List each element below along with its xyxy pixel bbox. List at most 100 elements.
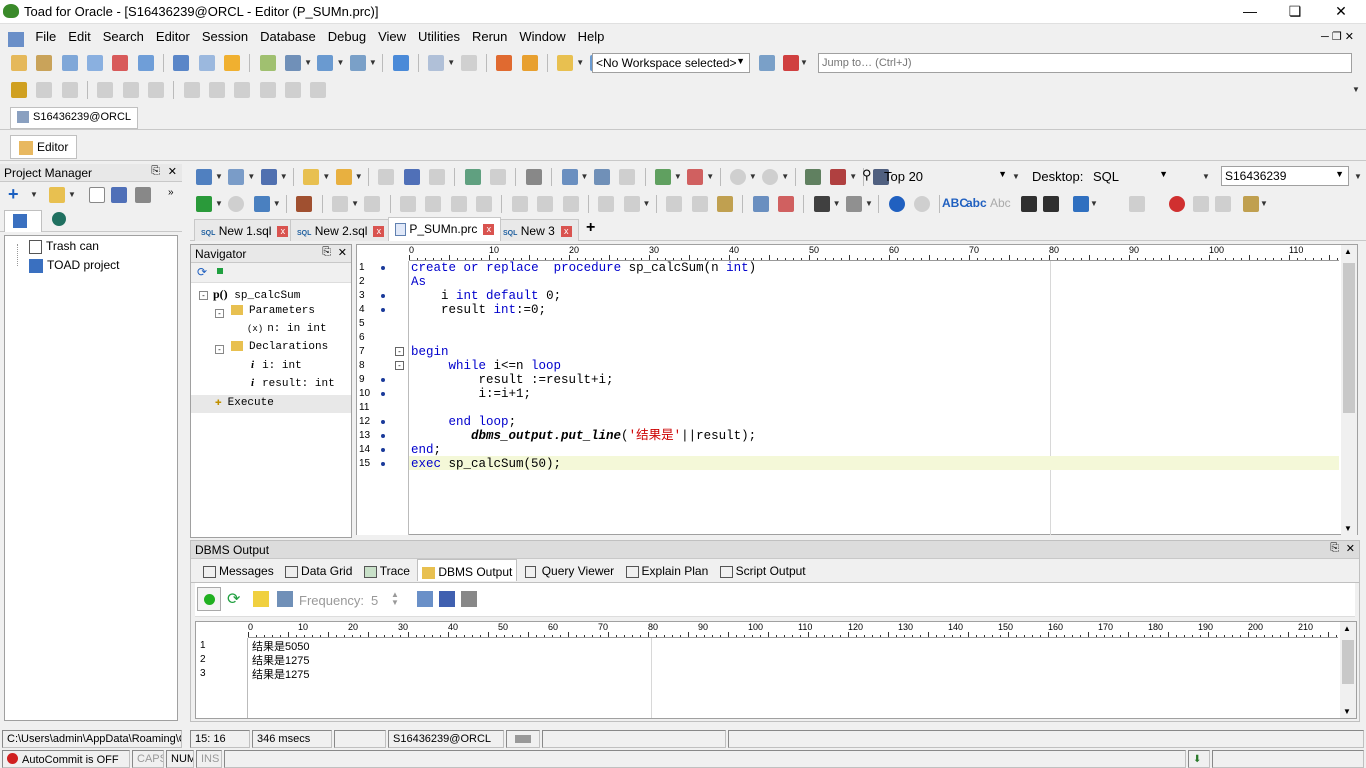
dropdown-arrow-icon[interactable]: ▼: [1202, 169, 1210, 185]
dropdown-arrow-icon[interactable]: ▼: [322, 169, 330, 185]
dropdown-arrow-icon[interactable]: ▼: [1260, 196, 1268, 212]
tab-messages[interactable]: Messages: [199, 559, 278, 581]
dropdown-arrow-icon[interactable]: ▼: [215, 169, 223, 185]
fold-icon[interactable]: -: [395, 361, 404, 370]
close-icon[interactable]: ✕: [168, 165, 177, 178]
minimize-button[interactable]: —: [1239, 2, 1261, 20]
menu-editor[interactable]: Editor: [150, 26, 196, 48]
close-tab-icon[interactable]: x: [560, 226, 572, 238]
sync-icon[interactable]: [217, 268, 223, 274]
comment-icon[interactable]: [1073, 196, 1089, 212]
dropdown-arrow-icon[interactable]: ▼: [706, 169, 714, 185]
tab-new-1-sql[interactable]: SQL New 1.sql x: [194, 219, 296, 241]
menu-rerun[interactable]: Rerun: [466, 26, 513, 48]
fold-icon[interactable]: -: [395, 347, 404, 356]
dropdown-arrow-icon[interactable]: ▼: [336, 55, 344, 71]
pin-icon[interactable]: ⎘: [151, 165, 160, 178]
tab-dbms-output[interactable]: DBMS Output: [417, 559, 518, 581]
uppercase-icon[interactable]: ABC: [942, 196, 968, 210]
close-tab-icon[interactable]: x: [483, 224, 495, 236]
editor-window-tab[interactable]: Editor: [10, 135, 78, 159]
dropdown-arrow-icon[interactable]: ▼: [30, 187, 38, 203]
code-line[interactable]: while i<=n loop: [411, 359, 562, 373]
dropdown-arrow-icon[interactable]: ▼: [1090, 196, 1098, 212]
window-icon[interactable]: [173, 55, 190, 71]
save-as-icon[interactable]: [403, 169, 420, 185]
recent-files-icon[interactable]: [335, 169, 352, 185]
pin-icon[interactable]: ⎘: [322, 246, 331, 259]
menu-edit[interactable]: Edit: [62, 26, 96, 48]
binoculars-icon[interactable]: [285, 55, 302, 71]
tab-data-grid[interactable]: Data Grid: [281, 559, 356, 581]
nav-procedure[interactable]: p() sp_calcSum: [213, 287, 300, 305]
collapse-icon[interactable]: -: [215, 345, 224, 354]
execute-icon[interactable]: [196, 196, 212, 212]
workspace-save-icon[interactable]: [759, 55, 775, 71]
edit-icon[interactable]: [1243, 196, 1259, 212]
close-editor-icon[interactable]: [260, 169, 277, 185]
autocommit-status[interactable]: AutoCommit is OFF: [2, 750, 130, 768]
code-editor[interactable]: 0 10 20 30 40 50 60 70 80 90 100 110 1 2 3 4 5 6 7-8-9 10 1…: [356, 244, 1358, 535]
step-icon[interactable]: [296, 196, 313, 212]
dropdown-arrow-icon[interactable]: ▼: [865, 196, 873, 212]
dropdown-arrow-icon[interactable]: ▼: [369, 55, 377, 71]
close-icon[interactable]: ✕: [1346, 542, 1355, 555]
scroll-up-icon[interactable]: ▲: [1344, 247, 1352, 256]
close-tab-icon[interactable]: x: [277, 226, 289, 238]
dropdown-arrow-icon[interactable]: ▼: [674, 169, 682, 185]
new-file-icon[interactable]: [89, 187, 105, 203]
nav-parameters[interactable]: Parameters: [231, 305, 315, 323]
tab-p-sumn-prc[interactable]: P_SUMn.prc x: [388, 217, 502, 241]
dropdown-arrow-icon[interactable]: ▼: [833, 196, 841, 212]
schema-select[interactable]: S16436239 ▼: [1221, 166, 1349, 186]
more-icon[interactable]: »: [168, 187, 174, 198]
grid-import-icon[interactable]: [687, 169, 704, 185]
code-line[interactable]: begin: [411, 345, 449, 359]
indent-icon[interactable]: [1021, 196, 1037, 212]
format-icon[interactable]: [561, 169, 578, 185]
query-builder-icon[interactable]: [259, 55, 276, 71]
tools-icon[interactable]: [349, 55, 366, 71]
frequency-spinner[interactable]: ▲ ▼: [391, 591, 399, 607]
vertical-scrollbar[interactable]: ▲ ▼: [1341, 245, 1357, 535]
output-scrollbar[interactable]: ▲ ▼: [1340, 622, 1356, 718]
output-line[interactable]: 结果是1275: [252, 666, 309, 682]
wand-icon[interactable]: [557, 55, 574, 71]
menu-debug[interactable]: Debug: [322, 26, 372, 48]
code-line[interactable]: i:=i+1;: [411, 387, 532, 401]
session-browser-icon[interactable]: [61, 55, 78, 71]
print-icon[interactable]: [135, 187, 151, 203]
close-icon[interactable]: ✕: [338, 246, 347, 259]
menu-window[interactable]: Window: [513, 26, 571, 48]
dropdown-arrow-icon[interactable]: ▼: [849, 169, 857, 185]
sql-recall-icon[interactable]: [804, 169, 821, 185]
plsql-icon[interactable]: [428, 55, 445, 71]
code-line[interactable]: end;: [411, 443, 441, 457]
dropdown-arrow-icon[interactable]: ▼: [581, 169, 589, 185]
scroll-up-icon[interactable]: ▲: [1343, 624, 1351, 633]
menu-file[interactable]: File: [29, 26, 62, 48]
collapse-icon[interactable]: -: [215, 309, 224, 318]
describe-icon[interactable]: [593, 169, 610, 185]
dropdown-arrow-icon[interactable]: ▼: [273, 196, 281, 212]
jump-to-input[interactable]: [818, 53, 1352, 73]
nav-decl-i[interactable]: i i: int: [251, 359, 302, 377]
code-line[interactable]: result int:=0;: [411, 303, 546, 317]
menu-session[interactable]: Session: [196, 26, 254, 48]
code-line[interactable]: create or replace procedure sp_calcSum(n…: [411, 261, 756, 275]
dropdown-arrow-icon[interactable]: ▼: [247, 169, 255, 185]
print-icon[interactable]: [461, 591, 477, 607]
tab-new-2-sql[interactable]: SQL New 2.sql x: [290, 219, 392, 241]
menu-utilities[interactable]: Utilities: [412, 26, 466, 48]
tab-query-viewer[interactable]: Query Viewer: [521, 559, 618, 581]
binoculars-icon[interactable]: [813, 196, 830, 212]
nav-execute[interactable]: ✚ Execute: [191, 395, 351, 413]
refresh-icon[interactable]: ⟳: [197, 265, 207, 279]
run-script-icon[interactable]: [253, 196, 270, 212]
code-line[interactable]: result :=result+i;: [411, 373, 614, 387]
dropdown-arrow-icon[interactable]: ▼: [447, 55, 455, 71]
report-icon[interactable]: [137, 55, 154, 71]
lowercase-icon[interactable]: abc: [966, 196, 987, 210]
dropdown-arrow-icon[interactable]: ▼: [576, 55, 584, 71]
project-tab[interactable]: [4, 210, 42, 232]
